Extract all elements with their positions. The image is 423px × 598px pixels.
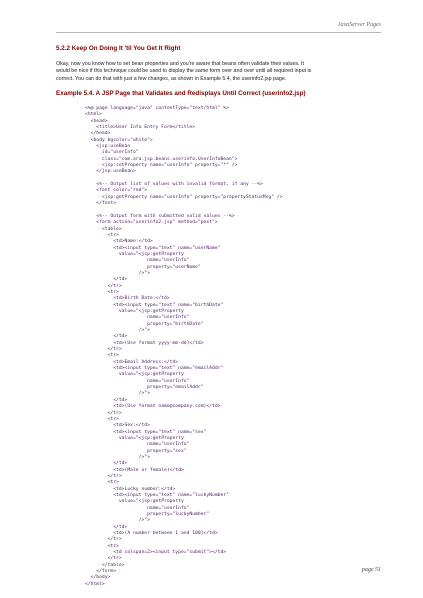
- intro-line: Okay, now you know how to set bean prope…: [56, 61, 304, 67]
- document-page: JavaServer Pages 5.2.2 Keep On Doing It …: [0, 0, 423, 598]
- page-number: page 51: [361, 567, 381, 573]
- running-header: JavaServer Pages: [337, 22, 381, 28]
- section-heading: 5.2.2 Keep On Doing It 'til You Get It R…: [56, 45, 181, 52]
- intro-paragraph: Okay, now you know how to set bean prope…: [56, 61, 378, 83]
- code-line: </html>: [85, 581, 105, 587]
- example-heading: Example 5.4. A JSP Page that Validates a…: [56, 90, 306, 97]
- intro-line: correct. You can do that with just a few…: [56, 75, 287, 82]
- intro-line: would be nice if this technique could be…: [56, 68, 312, 75]
- code-listing: <%@ page language="java" contentType="te…: [85, 106, 283, 588]
- header-divider: [56, 32, 381, 33]
